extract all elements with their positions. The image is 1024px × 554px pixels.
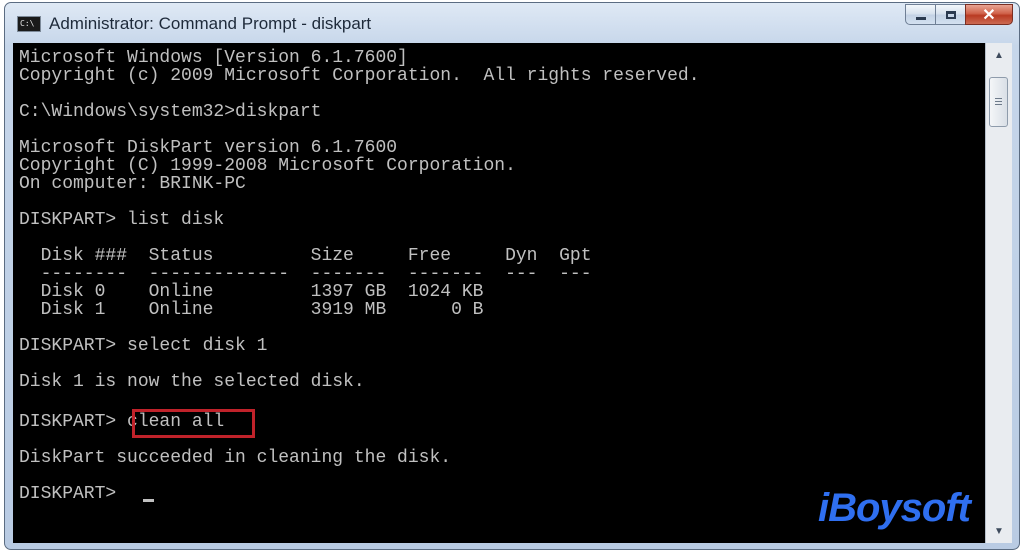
- scroll-up-arrow-icon[interactable]: ▲: [988, 45, 1010, 65]
- maximize-icon: [945, 10, 956, 19]
- console-line: DISKPART> list disk: [19, 210, 225, 230]
- console-line: Microsoft Windows [Version 6.1.7600]: [19, 48, 408, 68]
- scrollbar-thumb[interactable]: [989, 77, 1008, 127]
- disk-table-row: Disk 0 Online 1397 GB 1024 KB: [19, 282, 484, 302]
- window-controls: ✕: [905, 4, 1013, 26]
- command-prompt-window: C:\ Administrator: Command Prompt - disk…: [4, 2, 1020, 550]
- disk-table-header: Disk ### Status Size Free Dyn Gpt: [19, 246, 592, 266]
- clean-all-highlight-box: [132, 409, 255, 438]
- console-output[interactable]: Microsoft Windows [Version 6.1.7600] Cop…: [13, 43, 985, 543]
- command-prompt-icon: C:\: [17, 16, 41, 32]
- grip-line: [995, 101, 1002, 102]
- scroll-down-arrow-icon[interactable]: ▼: [988, 521, 1010, 541]
- console-line: DISKPART> select disk 1: [19, 336, 268, 356]
- console-line: DiskPart succeeded in cleaning the disk.: [19, 448, 452, 468]
- console-line: Copyright (C) 1999-2008 Microsoft Corpor…: [19, 156, 516, 176]
- close-button[interactable]: ✕: [965, 4, 1013, 25]
- window-title: Administrator: Command Prompt - diskpart: [49, 14, 372, 33]
- title-bar[interactable]: C:\ Administrator: Command Prompt - disk…: [5, 3, 1019, 43]
- console-line: Copyright (c) 2009 Microsoft Corporation…: [19, 66, 700, 86]
- maximize-button[interactable]: [935, 4, 965, 25]
- console-line: Microsoft DiskPart version 6.1.7600: [19, 138, 398, 158]
- minimize-icon: [915, 16, 926, 20]
- console-line: Disk 1 is now the selected disk.: [19, 372, 365, 392]
- console-prompt: DISKPART>: [19, 484, 128, 504]
- text-cursor: [143, 499, 154, 502]
- minimize-button[interactable]: [905, 4, 935, 25]
- console-line: On computer: BRINK-PC: [19, 174, 246, 194]
- vertical-scrollbar[interactable]: ▲ ▼: [985, 43, 1012, 543]
- console-line: C:\Windows\system32>diskpart: [19, 102, 322, 122]
- disk-table-divider: -------- ------------- ------- ------- -…: [19, 264, 592, 284]
- grip-line: [995, 98, 1002, 99]
- disk-table-row: Disk 1 Online 3919 MB 0 B: [19, 300, 484, 320]
- grip-line: [995, 104, 1002, 105]
- close-icon: ✕: [982, 6, 996, 24]
- iboysoft-watermark-logo: iBoysoft: [818, 486, 971, 530]
